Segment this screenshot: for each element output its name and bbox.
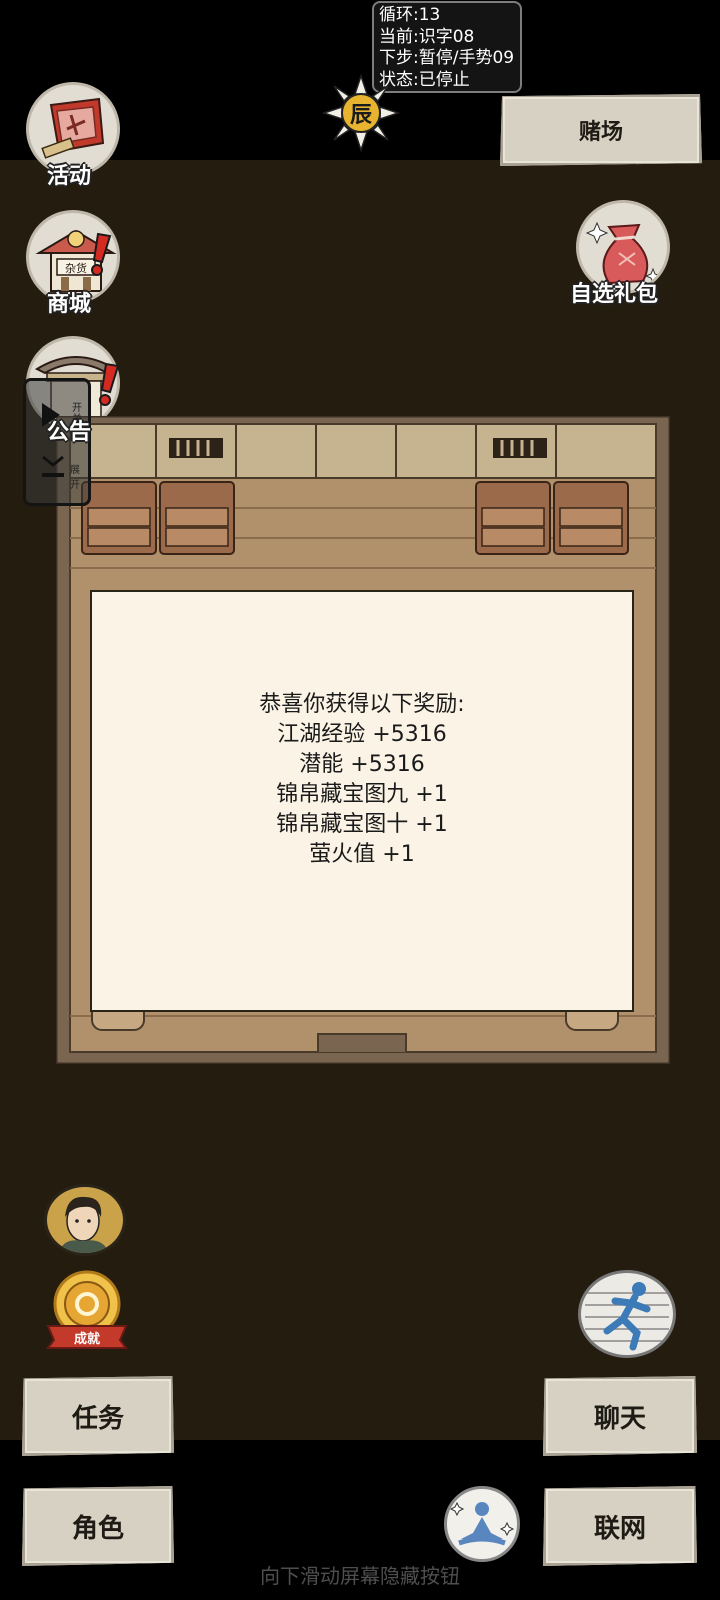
notice-alert-badge	[99, 362, 120, 406]
time-sun-icon[interactable]: 辰	[321, 73, 401, 153]
character-avatar[interactable]	[44, 1184, 126, 1256]
collapse-down-icon	[42, 455, 64, 477]
debug-current: 当前:识字08	[379, 26, 475, 47]
reward-list: 恭喜你获得以下奖励: 江湖经验 +5316 潜能 +5316 锦帛藏宝图九 +1…	[92, 690, 632, 870]
running-figure-icon	[585, 1282, 669, 1351]
notice-label: 公告	[47, 420, 92, 445]
meditate-button[interactable]	[444, 1486, 520, 1562]
shop-label: 商城	[47, 292, 92, 317]
avatar-face-icon	[59, 1196, 109, 1253]
time-label: 辰	[350, 102, 372, 128]
reward-item: 潜能 +5316	[299, 752, 425, 777]
casino-button[interactable]: 赌场	[500, 94, 702, 166]
achievement-label: 成就	[74, 1331, 100, 1347]
reward-item: 锦帛藏宝图九 +1	[276, 782, 448, 807]
chat-button[interactable]: 聊天	[543, 1376, 697, 1456]
achievement-button[interactable]: 成就	[42, 1266, 132, 1350]
reward-title: 恭喜你获得以下奖励:	[259, 692, 465, 717]
shop-sign-text: 杂货	[65, 261, 87, 275]
shop-alert-badge	[91, 232, 112, 276]
role-label: 角色	[71, 1513, 124, 1544]
task-button[interactable]: 任务	[22, 1376, 174, 1456]
activity-label: 活动	[47, 164, 92, 189]
gift-pack-label: 自选礼包	[570, 282, 659, 307]
achievement-medal-icon: 成就	[46, 1270, 128, 1349]
reward-dialog[interactable]: 恭喜你获得以下奖励: 江湖经验 +5316 潜能 +5316 锦帛藏宝图九 +1…	[90, 590, 634, 1012]
chat-label: 聊天	[593, 1403, 646, 1434]
meditation-figure-icon	[449, 1501, 515, 1546]
toggle-expand-label: 展开	[70, 465, 80, 491]
role-button[interactable]: 角色	[22, 1486, 174, 1566]
sprint-button[interactable]	[578, 1270, 676, 1358]
reward-item: 萤火值 +1	[309, 842, 415, 867]
debug-status: 状态:已停止	[379, 69, 470, 90]
debug-next: 下步:暂停/手势09	[379, 48, 515, 68]
gesture-hint: 向下滑动屏幕隐藏按钮	[260, 1564, 460, 1588]
casino-label: 赌场	[578, 120, 623, 145]
task-label: 任务	[71, 1403, 124, 1434]
network-button[interactable]: 联网	[543, 1486, 697, 1566]
reward-item: 江湖经验 +5316	[277, 722, 447, 747]
debug-loop: 循环:13	[379, 5, 441, 25]
reward-item: 锦帛藏宝图十 +1	[276, 812, 448, 837]
network-label: 联网	[593, 1513, 646, 1544]
